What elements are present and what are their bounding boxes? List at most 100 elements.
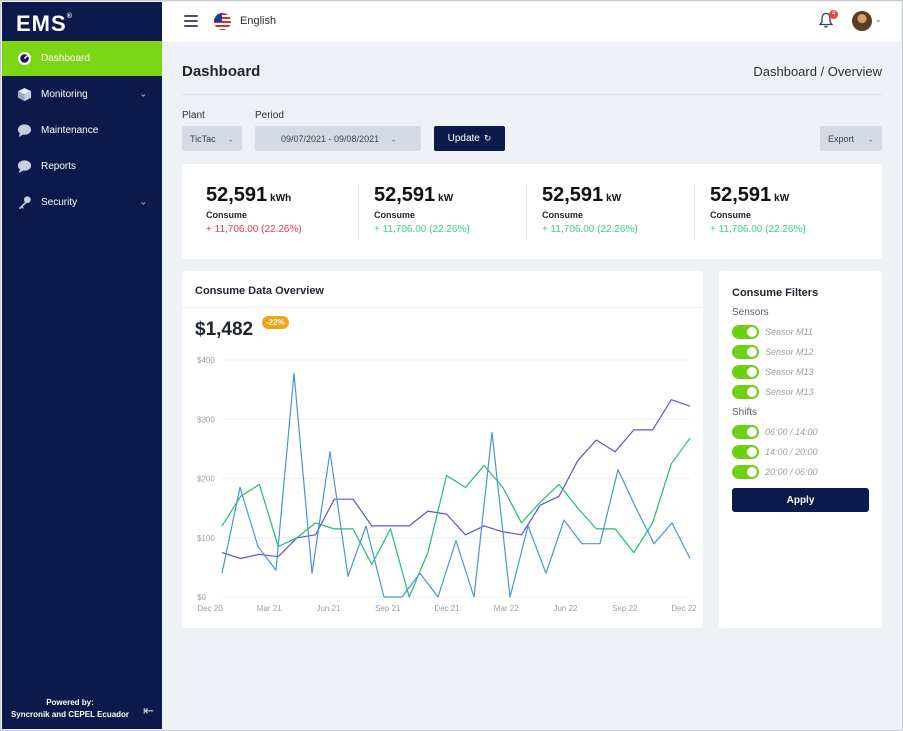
stat-change: + 11,706.00 (22.26%)	[206, 224, 302, 235]
shift-label: 14:00 / 20:00	[765, 447, 818, 457]
x-tick-label: Dec 21	[434, 604, 460, 613]
stats-card: 52,591 kWh Consume + 11,706.00 (22.26%) 5…	[182, 164, 882, 259]
x-tick-label: Jun 22	[553, 604, 578, 613]
stat-change: + 11,706.00 (22.26%)	[374, 224, 470, 235]
sensor-label: Sensor M11	[765, 327, 813, 337]
stat-name: Consume	[710, 210, 752, 220]
plant-label: Plant	[182, 110, 205, 121]
stat-value: 52,591	[206, 184, 268, 206]
series-line-3	[221, 372, 691, 598]
period-label: Period	[255, 110, 284, 121]
stat-change: + 11,706.00 (22.26%)	[542, 224, 638, 235]
stat-item: 52,591 kW Consume + 11,706.00 (22.26%)	[518, 164, 695, 259]
consume-filters-card: Consume Filters Sensors Sensor M11 Senso…	[719, 271, 882, 628]
sidebar-item-maintenance[interactable]: Maintenance	[2, 112, 162, 148]
shifts-label: Shifts	[732, 407, 758, 418]
x-tick-label: Sep 22	[612, 604, 638, 613]
chevron-down-icon: ⌄	[139, 196, 147, 207]
shift-label: 06:00 / 14:00	[765, 427, 818, 437]
chat-icon	[16, 158, 32, 174]
update-button[interactable]: Update ↻	[434, 126, 505, 151]
consume-line-chart: $0 $100 $200 $300 $400 Dec 20 Mar 21 Jun 21 Sep …	[197, 356, 697, 613]
apply-button[interactable]: Apply	[732, 488, 869, 512]
refresh-icon: ↻	[483, 133, 492, 143]
y-tick-label: $400	[197, 356, 215, 365]
stat-change: + 11,706.00 (22.26%)	[710, 224, 806, 235]
divider	[182, 94, 882, 95]
sensors-label: Sensors	[732, 307, 769, 318]
page-title: Dashboard	[182, 63, 261, 80]
sidebar-item-dashboard[interactable]: Dashboard	[2, 41, 162, 76]
sensor-toggle[interactable]	[732, 345, 759, 359]
stat-unit: kW	[774, 193, 790, 204]
sidebar: EMS® Dashboard Monitoring ⌄ Maintenance	[2, 2, 162, 729]
y-tick-label: $0	[197, 593, 206, 602]
sidebar-item-security[interactable]: Security ⌄	[2, 184, 162, 220]
stat-item: 52,591 kW Consume + 11,706.00 (22.26%)	[350, 164, 527, 259]
powered-by: Powered by: Syncronik and CEPEL Ecuador	[10, 698, 130, 719]
sidebar-item-label: Maintenance	[41, 124, 99, 136]
stat-value: 52,591	[710, 184, 772, 206]
plant-select[interactable]: TicTac ⌄	[182, 126, 242, 151]
sidebar-item-monitoring[interactable]: Monitoring ⌄	[2, 76, 162, 112]
sidebar-item-label: Monitoring	[41, 88, 88, 100]
stat-name: Consume	[542, 210, 584, 220]
stat-value: 52,591	[374, 184, 436, 206]
x-tick-label: Mar 21	[257, 604, 282, 613]
export-button[interactable]: Export ⌄	[820, 126, 882, 151]
stat-unit: kW	[438, 193, 454, 204]
filters-title: Consume Filters	[732, 287, 819, 299]
notification-count-badge: 4	[829, 10, 838, 19]
shift-label: 20:00 / 06:00	[765, 467, 818, 477]
sensor-label: Sensor M12	[765, 347, 814, 357]
avatar[interactable]	[852, 11, 872, 31]
top-bar: English 4 ⌄	[162, 2, 901, 42]
stat-item: 52,591 kWh Consume + 11,706.00 (22.26%)	[182, 164, 359, 259]
stat-name: Consume	[374, 210, 416, 220]
us-flag-icon[interactable]	[214, 13, 231, 30]
y-tick-label: $100	[197, 534, 215, 543]
sidebar-item-label: Dashboard	[41, 53, 90, 64]
menu-icon[interactable]	[184, 15, 198, 27]
x-tick-label: Sep 21	[375, 604, 401, 613]
chat-icon	[16, 122, 32, 138]
dashboard-icon	[16, 51, 32, 67]
y-tick-label: $300	[197, 415, 215, 424]
sensor-toggle[interactable]	[732, 365, 759, 379]
language-selector[interactable]: English	[240, 15, 276, 27]
breadcrumb: Dashboard / Overview	[753, 64, 882, 79]
chevron-down-icon: ⌄	[139, 88, 147, 99]
collapse-sidebar-icon[interactable]: ⇤	[143, 703, 154, 719]
sensor-label: Sensor M13	[765, 367, 814, 377]
chevron-down-icon: ⌄	[390, 134, 397, 143]
x-tick-label: Dec 22	[671, 604, 697, 613]
shift-toggle[interactable]	[732, 465, 759, 479]
stat-value: 52,591	[542, 184, 604, 206]
sensor-toggle[interactable]	[732, 325, 759, 339]
app-logo[interactable]: EMS®	[16, 11, 73, 37]
sidebar-item-reports[interactable]: Reports	[2, 148, 162, 184]
stat-unit: kWh	[270, 193, 292, 204]
consume-chart-card: Consume Data Overview $1,482 -22% $0 $100…	[182, 271, 703, 628]
sidebar-item-label: Reports	[41, 160, 77, 172]
sidebar-nav: Dashboard Monitoring ⌄ Maintenance Repor…	[2, 41, 162, 220]
chevron-down-icon: ⌄	[227, 134, 234, 143]
y-tick-label: $200	[197, 475, 215, 484]
x-tick-label: Mar 22	[494, 604, 519, 613]
x-tick-label: Dec 20	[197, 604, 223, 613]
sensor-toggle[interactable]	[732, 385, 759, 399]
series-line-2	[221, 437, 691, 598]
period-select[interactable]: 09/07/2021 - 09/08/2021 ⌄	[255, 126, 421, 151]
stat-item: 52,591 kW Consume + 11,706.00 (22.26%)	[686, 164, 876, 259]
notification-bell-icon[interactable]: 4	[818, 10, 838, 30]
shift-toggle[interactable]	[732, 445, 759, 459]
stat-unit: kW	[606, 193, 622, 204]
shift-toggle[interactable]	[732, 425, 759, 439]
key-icon	[16, 194, 32, 210]
sidebar-item-label: Security	[41, 196, 78, 208]
stat-name: Consume	[206, 210, 248, 220]
sensor-label: Sensor M13	[765, 387, 814, 397]
chevron-down-icon: ⌄	[867, 134, 874, 143]
cube-icon	[16, 86, 32, 102]
chevron-down-icon[interactable]: ⌄	[875, 15, 882, 24]
